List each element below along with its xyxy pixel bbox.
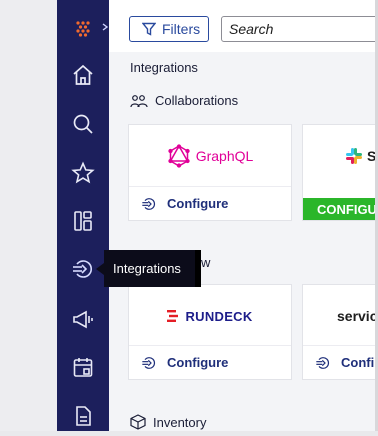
section-title: Collaborations <box>155 93 239 108</box>
integration-card-graphql: GraphQL Configure <box>128 124 292 221</box>
configure-label: Configure <box>167 355 229 370</box>
integration-card-servicenow: servic Confi <box>302 284 378 380</box>
card-name: GraphQL <box>195 148 254 164</box>
integrations-icon <box>142 356 156 369</box>
search-input[interactable] <box>221 16 378 42</box>
home-icon <box>73 64 93 85</box>
sidebar-item-home[interactable] <box>57 55 109 95</box>
sidebar-item-calendar[interactable] <box>57 347 109 387</box>
section-title: Inventory <box>153 414 207 430</box>
configure-button[interactable]: Configure <box>129 186 291 220</box>
rundeck-logo-icon <box>167 310 179 322</box>
card-logo: servic <box>303 285 378 347</box>
sidebar-item-dashboards[interactable] <box>57 201 109 241</box>
integration-card-slack: S CONFIGU <box>302 124 378 221</box>
grid-logo-icon <box>76 21 90 37</box>
integrations-icon <box>142 197 156 210</box>
megaphone-icon <box>73 310 93 329</box>
chevron-right-icon <box>102 23 108 31</box>
section-workflow: w <box>201 255 210 270</box>
sidebar-item-favorites[interactable] <box>57 153 109 193</box>
tooltip-text: Integrations <box>113 261 181 276</box>
section-collaborations: Collaborations <box>130 93 238 108</box>
people-group-icon <box>130 94 148 107</box>
sidebar-item-search[interactable] <box>57 104 109 144</box>
sidebar-item-announcements[interactable] <box>57 299 109 339</box>
main-content: Filters Integrations Collaborations Grap… <box>109 0 378 431</box>
section-inventory: Inventory <box>130 414 206 430</box>
search-icon <box>73 114 93 134</box>
star-icon <box>71 161 95 184</box>
slack-logo-icon <box>346 148 362 164</box>
tooltip-arrow <box>96 263 104 275</box>
filters-button[interactable]: Filters <box>129 16 209 42</box>
integrations-tooltip: Integrations <box>104 250 201 287</box>
configure-button[interactable]: CONFIGU <box>303 198 378 220</box>
filters-label: Filters <box>162 21 201 37</box>
integrations-icon <box>73 260 92 278</box>
sidebar-item-documents[interactable] <box>57 396 109 436</box>
card-name: servic <box>337 308 378 324</box>
card-logo: S <box>303 125 378 187</box>
filter-icon <box>142 22 156 36</box>
card-logo: RUNDECK <box>129 285 291 347</box>
card-logo: GraphQL <box>129 125 291 187</box>
configure-label: CONFIGU <box>317 201 377 217</box>
configure-label: Configure <box>167 196 229 211</box>
document-icon <box>76 406 91 426</box>
outer-background <box>0 0 57 431</box>
integrations-icon <box>316 356 330 369</box>
sidebar <box>57 0 109 431</box>
toolbar: Filters <box>109 0 378 52</box>
configure-button[interactable]: Confi <box>303 345 378 379</box>
box-icon <box>130 414 146 430</box>
configure-button[interactable]: Configure <box>129 345 291 379</box>
layout-icon <box>74 211 92 231</box>
card-name: RUNDECK <box>185 308 253 324</box>
integration-card-rundeck: RUNDECK Configure <box>128 284 292 380</box>
configure-label: Confi <box>341 355 375 370</box>
page-title: Integrations <box>130 60 198 75</box>
section-title: w <box>201 255 211 270</box>
calendar-icon <box>73 358 93 377</box>
graphql-logo-icon <box>168 144 190 168</box>
